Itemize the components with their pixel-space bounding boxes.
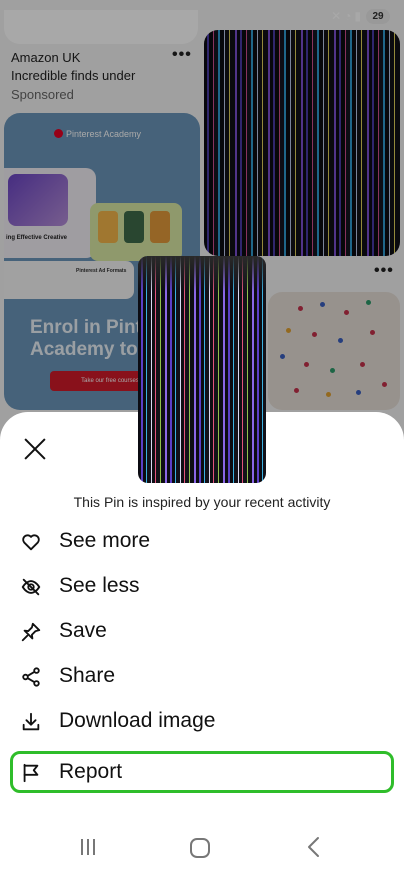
- pin-reason-text: This Pin is inspired by your recent acti…: [73, 494, 331, 510]
- eye-off-icon: [21, 578, 41, 596]
- menu-label: Report: [59, 760, 123, 783]
- menu-label: Share: [59, 664, 116, 687]
- share-option[interactable]: Share: [10, 655, 394, 697]
- close-button[interactable]: [19, 433, 51, 465]
- share-icon: [22, 667, 40, 687]
- back-icon[interactable]: [304, 836, 324, 858]
- pin-icon: [21, 622, 41, 642]
- menu-label: See more: [59, 529, 151, 552]
- recents-button[interactable]: [80, 839, 96, 855]
- report-option[interactable]: Report: [10, 751, 394, 793]
- heart-icon: [22, 534, 40, 551]
- menu-label: Save: [59, 619, 107, 642]
- menu-label: Download image: [59, 709, 216, 732]
- system-nav-bar: [0, 826, 404, 873]
- pin-thumbnail: [138, 256, 266, 483]
- save-option[interactable]: Save: [10, 610, 394, 652]
- flag-icon: [23, 763, 39, 783]
- menu-label: See less: [59, 574, 140, 597]
- download-image-option[interactable]: Download image: [10, 700, 394, 742]
- home-button[interactable]: [190, 838, 210, 858]
- see-more-option[interactable]: See more: [10, 520, 394, 562]
- see-less-option[interactable]: See less: [10, 565, 394, 607]
- download-icon: [22, 712, 40, 731]
